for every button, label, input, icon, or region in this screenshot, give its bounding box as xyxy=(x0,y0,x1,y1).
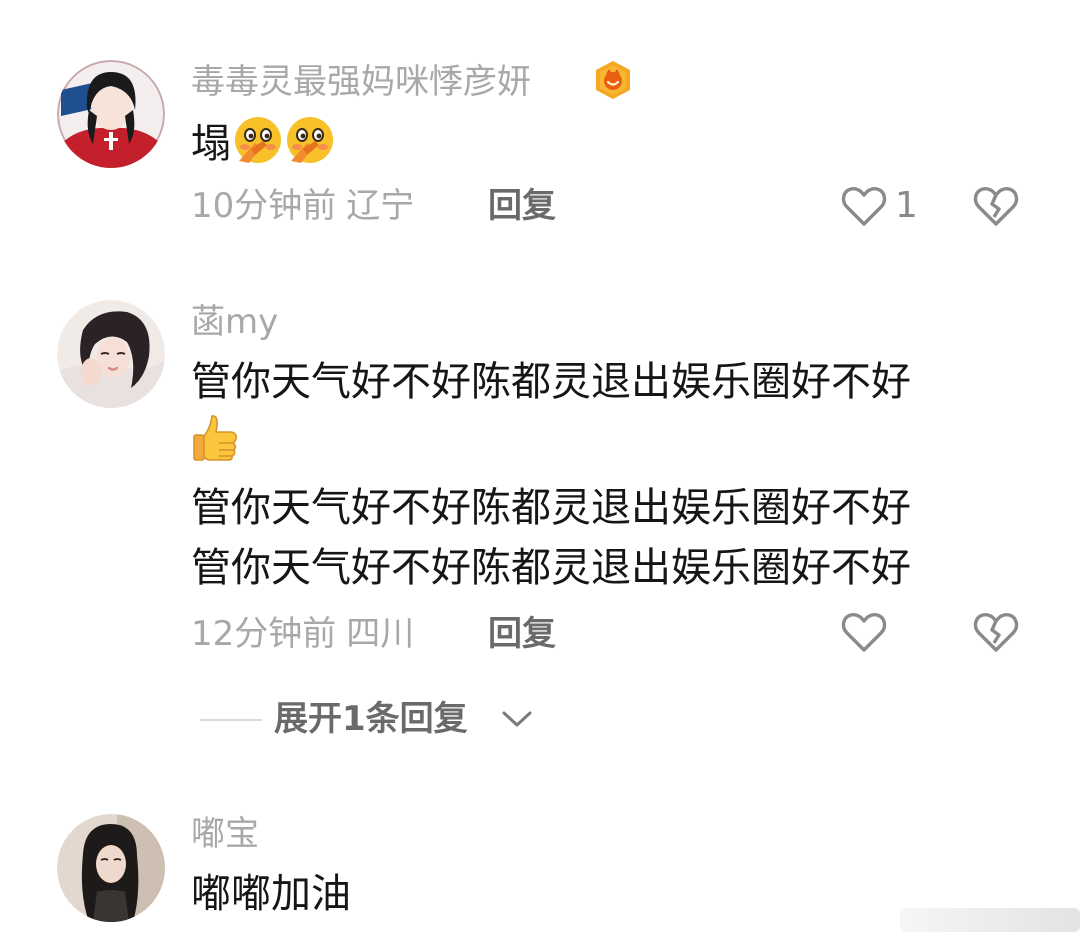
reply-button[interactable]: 回复 xyxy=(488,184,556,228)
dislike-button[interactable] xyxy=(972,610,1020,654)
comment-text: 塌 xyxy=(191,121,231,167)
comment-meta: 10分钟前 辽宁 xyxy=(191,184,414,228)
thumbs-up-icon xyxy=(193,415,237,461)
like-button[interactable] xyxy=(840,184,888,228)
like-count: 1 xyxy=(895,185,918,226)
comment-list: 毒毒灵最强妈咪悸彦妍 塌 10分钟前 辽宁 回复 1 菡my 管你天气好不好陈都… xyxy=(0,0,1080,939)
comment-content: 管你天气好不好陈都灵退出娱乐圈好不好 管你天气好不好陈都灵退出娱乐圈好不好 管你… xyxy=(191,352,911,598)
comment-meta: 12分钟前 四川 xyxy=(191,612,414,656)
comment-location: 四川 xyxy=(346,614,415,654)
comment-content: 塌 xyxy=(191,114,335,174)
flushed-emoji-icon xyxy=(287,117,333,163)
comment-username[interactable]: 菡my xyxy=(191,300,278,344)
heart-icon xyxy=(841,186,887,226)
like-button[interactable] xyxy=(840,610,888,654)
comment-content: 嘟嘟加油 xyxy=(191,864,351,924)
avatar[interactable] xyxy=(57,60,165,168)
dislike-button[interactable] xyxy=(972,184,1020,228)
comment-emoji-line xyxy=(191,412,911,478)
comment-text-line: 管你天气好不好陈都灵退出娱乐圈好不好 xyxy=(191,485,911,531)
comment-username[interactable]: 毒毒灵最强妈咪悸彦妍 xyxy=(191,60,531,104)
comment-time: 10分钟前 xyxy=(191,186,337,226)
broken-heart-icon xyxy=(973,186,1019,226)
reply-button[interactable]: 回复 xyxy=(488,612,556,656)
comment-text-line: 管你天气好不好陈都灵退出娱乐圈好不好 xyxy=(191,359,911,405)
expand-divider xyxy=(200,719,262,721)
avatar-image xyxy=(57,60,165,168)
avatar[interactable] xyxy=(57,814,165,922)
chevron-down-icon[interactable] xyxy=(500,707,534,731)
scroll-indicator xyxy=(900,900,1080,939)
comment-time: 12分钟前 xyxy=(191,614,337,654)
heart-icon xyxy=(841,612,887,652)
comment-text: 嘟嘟加油 xyxy=(191,871,351,917)
avatar-image xyxy=(57,300,165,408)
broken-heart-icon xyxy=(973,612,1019,652)
expand-replies-button[interactable]: 展开1条回复 xyxy=(274,697,468,741)
avatar[interactable] xyxy=(57,300,165,408)
comment-location: 辽宁 xyxy=(346,186,415,226)
avatar-image xyxy=(57,814,165,922)
comment-username[interactable]: 嘟宝 xyxy=(191,812,259,856)
comment-text-line: 管你天气好不好陈都灵退出娱乐圈好不好 xyxy=(191,545,911,591)
flushed-emoji-icon xyxy=(235,117,281,163)
fan-badge-icon xyxy=(594,60,632,100)
